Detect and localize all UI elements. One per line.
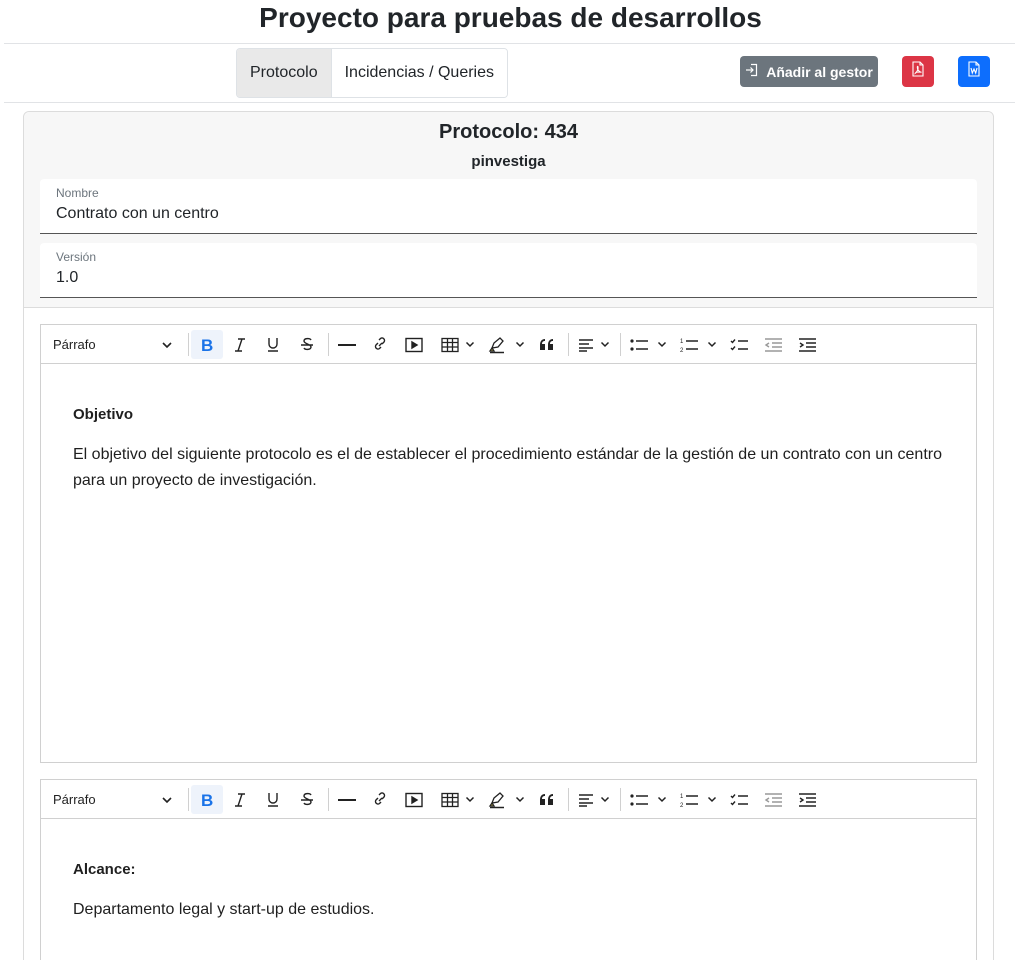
divider bbox=[4, 102, 1015, 103]
svg-text:B: B bbox=[201, 337, 213, 353]
outdent-icon[interactable] bbox=[762, 325, 784, 364]
section-body: El objetivo del siguiente protocolo es e… bbox=[73, 446, 942, 489]
chevron-down-icon[interactable] bbox=[598, 325, 612, 364]
tab-bar: Protocolo Incidencias / Queries bbox=[236, 48, 508, 98]
version-field-label: Versión bbox=[56, 250, 97, 264]
toolbar-separator bbox=[568, 788, 569, 811]
protocol-header: Protocolo: 434 pinvestiga Nombre Contrat… bbox=[24, 112, 993, 308]
outdent-icon[interactable] bbox=[762, 780, 784, 819]
svg-text:B: B bbox=[201, 792, 213, 808]
todo-list-icon[interactable] bbox=[728, 780, 750, 819]
chevron-down-icon[interactable] bbox=[463, 780, 477, 819]
highlight-icon[interactable] bbox=[487, 325, 507, 364]
toolbar-separator bbox=[188, 333, 189, 356]
svg-text:1: 1 bbox=[680, 339, 684, 345]
section-heading: Alcance: bbox=[73, 861, 136, 878]
toolbar-separator bbox=[568, 333, 569, 356]
version-field-value[interactable]: 1.0 bbox=[56, 269, 78, 287]
add-to-manager-label: Añadir al gestor bbox=[766, 63, 873, 80]
protocol-title: Protocolo: 434 bbox=[439, 121, 578, 143]
strikethrough-icon[interactable] bbox=[296, 325, 318, 364]
chevron-down-icon[interactable] bbox=[463, 325, 477, 364]
bulleted-list-icon[interactable] bbox=[628, 325, 650, 364]
tab-incidencias[interactable]: Incidencias / Queries bbox=[331, 49, 507, 97]
tab-protocolo[interactable]: Protocolo bbox=[237, 49, 332, 97]
file-word-icon bbox=[967, 61, 981, 82]
paragraph-style-select[interactable]: Párrafo bbox=[53, 325, 96, 364]
chevron-down-icon[interactable] bbox=[161, 780, 173, 819]
numbered-list-icon[interactable]: 12 bbox=[678, 780, 700, 819]
link-icon[interactable] bbox=[370, 780, 390, 819]
editor-content[interactable]: Objetivo El objetivo del siguiente proto… bbox=[41, 406, 976, 494]
align-left-icon[interactable] bbox=[576, 780, 596, 819]
blockquote-icon[interactable] bbox=[537, 780, 557, 819]
file-pdf-icon bbox=[911, 61, 925, 82]
align-left-icon[interactable] bbox=[576, 325, 596, 364]
rich-text-editor[interactable]: Párrafo B 12 bbox=[40, 324, 977, 763]
section-body: Departamento legal y start-up de estudio… bbox=[73, 901, 375, 918]
editor-toolbar: Párrafo B 12 bbox=[41, 325, 976, 364]
chevron-down-icon[interactable] bbox=[705, 780, 719, 819]
bulleted-list-icon[interactable] bbox=[628, 780, 650, 819]
toolbar-separator bbox=[328, 333, 329, 356]
media-icon[interactable] bbox=[403, 780, 425, 819]
highlight-icon[interactable] bbox=[487, 780, 507, 819]
bold-icon[interactable]: B bbox=[191, 785, 223, 814]
editor-content[interactable]: Alcance: Departamento legal y start-up d… bbox=[41, 861, 976, 923]
media-icon[interactable] bbox=[403, 325, 425, 364]
italic-icon[interactable] bbox=[229, 780, 251, 819]
toolbar-separator bbox=[620, 333, 621, 356]
name-field[interactable]: Nombre Contrato con un centro bbox=[40, 179, 977, 234]
protocol-user: pinvestiga bbox=[471, 153, 546, 170]
horizontal-line-icon[interactable] bbox=[337, 780, 357, 819]
underline-icon[interactable] bbox=[262, 780, 284, 819]
italic-icon[interactable] bbox=[229, 325, 251, 364]
divider bbox=[4, 43, 1015, 44]
svg-text:2: 2 bbox=[680, 348, 684, 353]
paragraph-style-select[interactable]: Párrafo bbox=[53, 780, 96, 819]
todo-list-icon[interactable] bbox=[728, 325, 750, 364]
horizontal-line-icon[interactable] bbox=[337, 325, 357, 364]
table-icon[interactable] bbox=[439, 780, 461, 819]
table-icon[interactable] bbox=[439, 325, 461, 364]
chevron-down-icon[interactable] bbox=[655, 325, 669, 364]
chevron-down-icon[interactable] bbox=[161, 325, 173, 364]
toolbar-separator bbox=[328, 788, 329, 811]
toolbar-separator bbox=[188, 788, 189, 811]
rich-text-editor[interactable]: Párrafo B 12 bbox=[40, 779, 977, 960]
export-word-button[interactable] bbox=[958, 56, 990, 87]
chevron-down-icon[interactable] bbox=[598, 780, 612, 819]
strikethrough-icon[interactable] bbox=[296, 780, 318, 819]
toolbar-separator bbox=[620, 788, 621, 811]
page-title: Proyecto para pruebas de desarrollos bbox=[259, 2, 762, 33]
name-field-value[interactable]: Contrato con un centro bbox=[56, 205, 219, 223]
editor-toolbar: Párrafo B 12 bbox=[41, 780, 976, 819]
indent-icon[interactable] bbox=[796, 780, 818, 819]
chevron-down-icon[interactable] bbox=[513, 325, 527, 364]
link-icon[interactable] bbox=[370, 325, 390, 364]
export-pdf-button[interactable] bbox=[902, 56, 934, 87]
bold-icon[interactable]: B bbox=[191, 330, 223, 359]
chevron-down-icon[interactable] bbox=[655, 780, 669, 819]
numbered-list-icon[interactable]: 12 bbox=[678, 325, 700, 364]
svg-text:2: 2 bbox=[680, 803, 684, 808]
chevron-down-icon[interactable] bbox=[705, 325, 719, 364]
add-to-manager-button[interactable]: Añadir al gestor bbox=[740, 56, 878, 87]
chevron-down-icon[interactable] bbox=[513, 780, 527, 819]
version-field[interactable]: Versión 1.0 bbox=[40, 243, 977, 298]
sign-in-icon bbox=[745, 63, 759, 80]
indent-icon[interactable] bbox=[796, 325, 818, 364]
blockquote-icon[interactable] bbox=[537, 325, 557, 364]
svg-text:1: 1 bbox=[680, 794, 684, 800]
protocol-card: Protocolo: 434 pinvestiga Nombre Contrat… bbox=[23, 111, 994, 960]
name-field-label: Nombre bbox=[56, 186, 99, 200]
section-heading: Objetivo bbox=[73, 406, 134, 423]
underline-icon[interactable] bbox=[262, 325, 284, 364]
